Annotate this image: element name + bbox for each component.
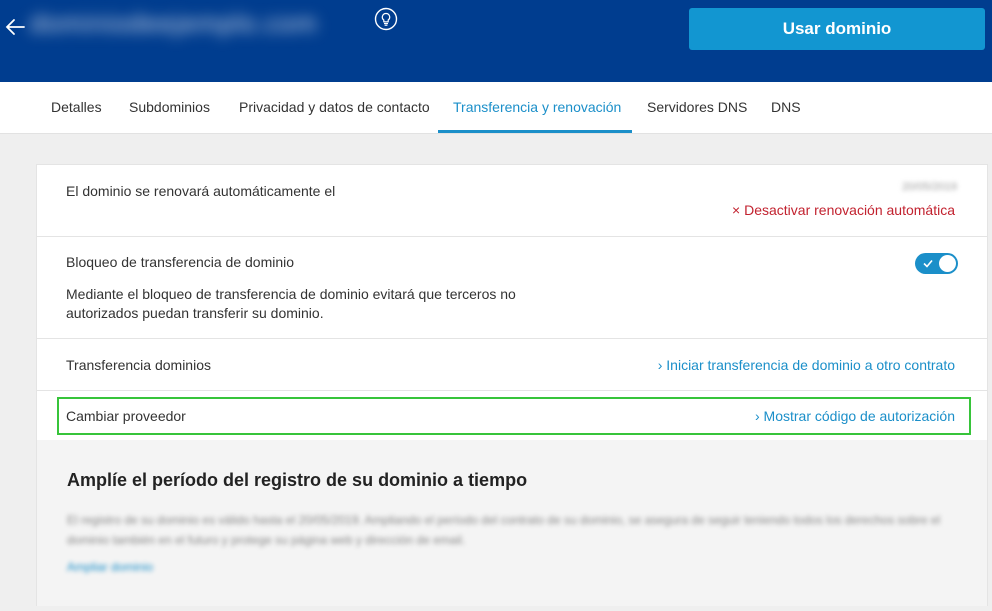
promo-title: Amplíe el período del registro de su dom… bbox=[67, 470, 528, 490]
deactivate-renewal-link[interactable]: × Desactivar renovación automática bbox=[732, 202, 955, 218]
use-domain-button[interactable]: Usar dominio bbox=[689, 8, 985, 50]
domain-name: dominiodeejemplo.com bbox=[30, 8, 318, 38]
renewal-row: El dominio se renovará automáticamente e… bbox=[37, 165, 987, 237]
tab-subdominios[interactable]: Subdominios bbox=[129, 82, 210, 134]
transfer-lock-row: Bloqueo de transferencia de dominio Medi… bbox=[37, 237, 987, 339]
checkmark-icon bbox=[923, 259, 933, 268]
promo-text: El registro de su dominio es válido hast… bbox=[67, 513, 941, 547]
tab-bar: Detalles Subdominios Privacidad y datos … bbox=[0, 82, 992, 134]
transfer-lock-description: Mediante el bloqueo de transferencia de … bbox=[66, 286, 516, 321]
back-arrow-icon[interactable] bbox=[2, 14, 28, 40]
renewal-label: El dominio se renovará automáticamente e… bbox=[66, 183, 336, 199]
transfer-lock-label: Bloqueo de transferencia de dominio bbox=[66, 254, 295, 270]
promo-section: Amplíe el período del registro de su dom… bbox=[37, 440, 987, 606]
toggle-knob bbox=[939, 255, 956, 272]
tab-dns[interactable]: DNS bbox=[771, 82, 801, 134]
highlight-box bbox=[57, 397, 971, 435]
lightbulb-icon[interactable] bbox=[374, 7, 398, 31]
settings-card: El dominio se renovará automáticamente e… bbox=[36, 164, 988, 606]
top-bar: dominiodeejemplo.com Usar dominio bbox=[0, 0, 992, 82]
transfer-row: Transferencia dominios › Iniciar transfe… bbox=[37, 339, 987, 391]
start-transfer-link[interactable]: › Iniciar transferencia de dominio a otr… bbox=[658, 357, 955, 373]
renewal-date: 20/05/2019 bbox=[901, 181, 957, 193]
active-tab-indicator bbox=[438, 130, 632, 133]
transfer-label: Transferencia dominios bbox=[66, 357, 211, 373]
tab-privacidad[interactable]: Privacidad y datos de contacto bbox=[239, 82, 430, 134]
transfer-lock-toggle[interactable] bbox=[915, 253, 958, 274]
tab-servidores-dns[interactable]: Servidores DNS bbox=[647, 82, 747, 134]
tab-detalles[interactable]: Detalles bbox=[51, 82, 102, 134]
tab-transferencia[interactable]: Transferencia y renovación bbox=[453, 82, 621, 134]
extend-domain-link[interactable]: Ampliar dominio bbox=[67, 560, 153, 574]
